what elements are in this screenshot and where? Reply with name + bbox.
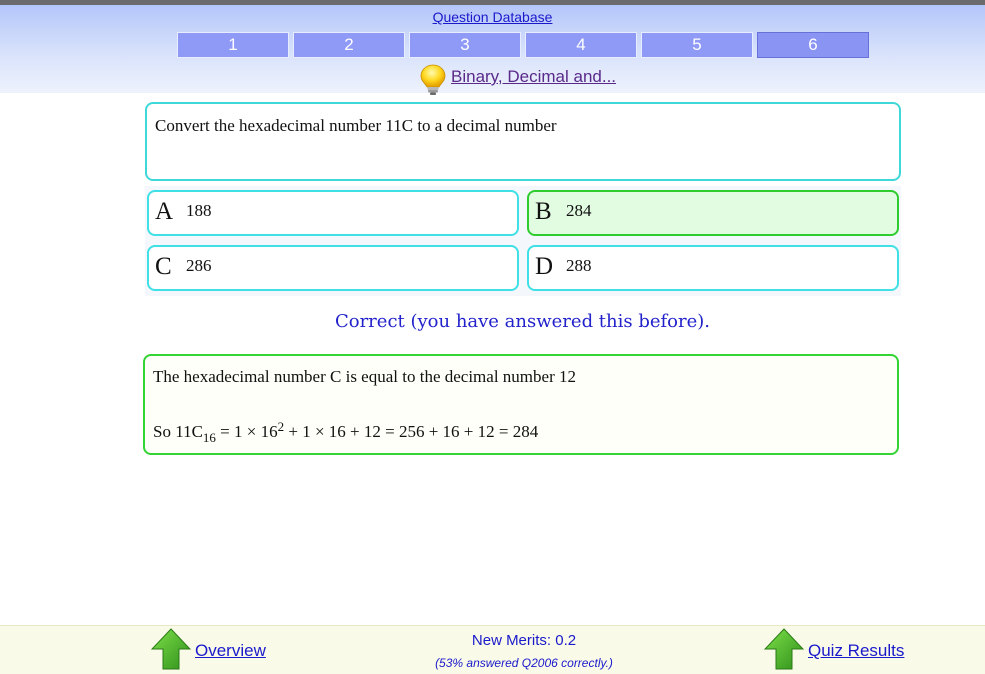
answer-letter: B — [535, 198, 552, 225]
explanation-line-1: The hexadecimal number C is equal to the… — [153, 367, 576, 386]
tab-2[interactable]: 2 — [293, 32, 405, 58]
header: Question Database 1 2 3 4 5 6 Binary, De… — [0, 5, 985, 95]
topic-link[interactable]: Binary, Decimal and... — [451, 67, 616, 87]
explanation-prefix: So 11C — [153, 422, 203, 441]
tab-1[interactable]: 1 — [177, 32, 289, 58]
answer-value: 286 — [186, 256, 212, 275]
explanation-line-2: So 11C16 = 1 × 162 + 1 × 16 + 12 = 256 +… — [153, 419, 538, 446]
quiz-results-link[interactable]: Quiz Results — [808, 641, 904, 661]
answer-a[interactable]: A 188 — [147, 190, 519, 236]
tab-3[interactable]: 3 — [409, 32, 521, 58]
answer-value: 188 — [186, 201, 212, 220]
explanation-suffix: + 1 × 16 + 12 = 256 + 16 + 12 = 284 — [284, 422, 539, 441]
up-arrow-icon[interactable] — [151, 628, 191, 670]
answer-letter: C — [155, 253, 172, 280]
up-arrow-icon[interactable] — [764, 628, 804, 670]
tab-4[interactable]: 4 — [525, 32, 637, 58]
question-box: Convert the hexadecimal number 11C to a … — [145, 102, 901, 181]
answer-letter: D — [535, 253, 554, 280]
footer: Overview New Merits: 0.2 (53% answered Q… — [0, 625, 985, 674]
question-database-link[interactable]: Question Database — [0, 9, 985, 25]
explanation-mid: = 1 × 16 — [215, 422, 278, 441]
answer-letter: A — [155, 198, 174, 225]
answer-b[interactable]: B 284 — [527, 190, 899, 236]
answer-value: 284 — [566, 201, 592, 220]
new-merits: New Merits: 0.2 — [471, 632, 577, 649]
tab-5[interactable]: 5 — [641, 32, 753, 58]
answer-c[interactable]: C 286 — [147, 245, 519, 291]
answer-value: 288 — [566, 256, 592, 275]
explanation-box: The hexadecimal number C is equal to the… — [143, 354, 899, 455]
tab-6[interactable]: 6 — [757, 32, 869, 58]
answered-percentage: (53% answered Q2006 correctly.) — [435, 656, 613, 670]
explanation-subscript: 16 — [202, 430, 216, 445]
lightbulb-icon — [420, 64, 446, 95]
feedback-message: Correct (you have answered this before). — [334, 311, 711, 332]
question-tabs: 1 2 3 4 5 6 — [177, 32, 871, 58]
answer-d[interactable]: D 288 — [527, 245, 899, 291]
overview-link[interactable]: Overview — [195, 641, 266, 661]
question-text: Convert the hexadecimal number 11C to a … — [155, 116, 557, 135]
